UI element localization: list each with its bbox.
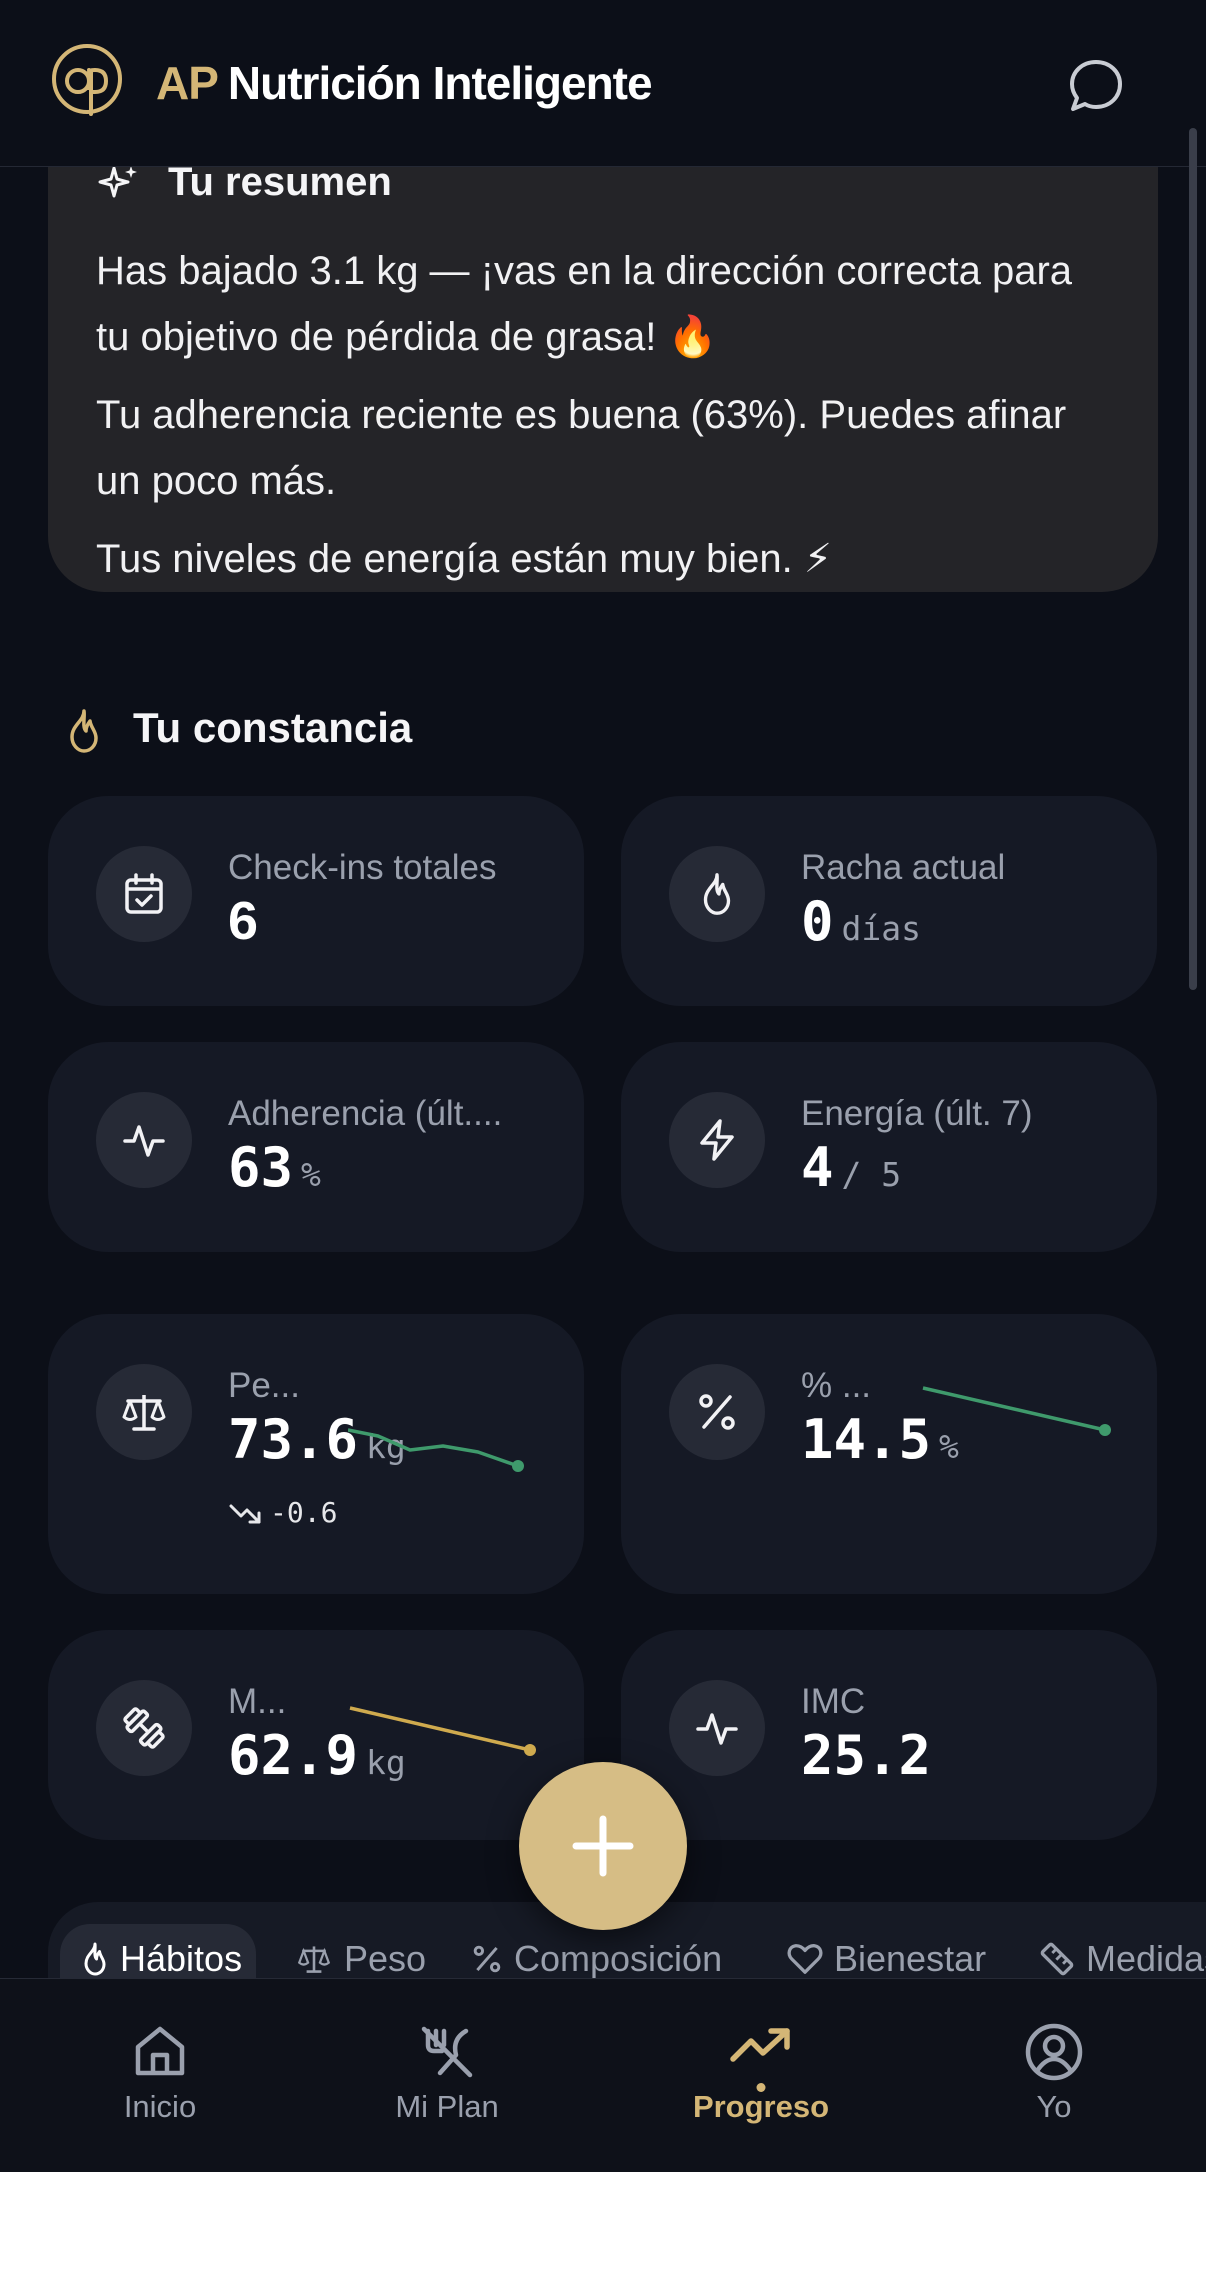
- racha-unit: días: [841, 909, 921, 948]
- peso-label: Pe...: [228, 1366, 300, 1405]
- peso-trend-line: [348, 1428, 524, 1472]
- peso-card[interactable]: Pe... 73.6 kg -0.6: [48, 1314, 584, 1594]
- trending-down-icon: [229, 1504, 261, 1524]
- tab-peso-label: Peso: [344, 1938, 427, 1979]
- imc-label: IMC: [801, 1682, 866, 1721]
- brand-name: Nutrición Inteligente: [227, 57, 653, 109]
- app-screen: AP Nutrición Inteligente Tu resumen Has b…: [0, 0, 1206, 2172]
- percent-icon: [699, 1394, 735, 1430]
- activity-icon: [123, 1125, 165, 1157]
- heart-icon: [787, 1944, 823, 1974]
- energia-label: Energía (últ. 7): [801, 1094, 1033, 1133]
- home-icon: [135, 2026, 185, 2076]
- ap-logo-icon: [52, 44, 122, 116]
- app-header: AP Nutrición Inteligente: [0, 0, 1206, 167]
- add-checkin-button[interactable]: [519, 1762, 687, 1930]
- imc-card[interactable]: IMC 25.2: [621, 1630, 1157, 1840]
- adherencia-card: Adherencia (últ.... 63%: [48, 1042, 584, 1252]
- racha-card: Racha actual 0 días: [621, 796, 1157, 1006]
- zap-icon-wrap: [669, 1092, 765, 1188]
- tab-medidas-label: Medidas: [1086, 1938, 1206, 1979]
- constancia-title: Tu constancia: [133, 704, 413, 751]
- imc-value: 25.2: [801, 1724, 932, 1787]
- activity-icon: [696, 1713, 738, 1745]
- musculo-trend-line: [349, 1706, 536, 1756]
- checkins-card: Check-ins totales 6: [48, 796, 584, 1006]
- energia-value: 4/ 5: [801, 1136, 902, 1199]
- dumbbell-icon: [123, 1707, 165, 1749]
- flame-icon: [84, 1942, 106, 1976]
- trending-up-icon: [730, 2028, 790, 2062]
- nav-progreso-label: Progreso: [692, 2089, 830, 2124]
- nav-mi-plan-label: Mi Plan: [395, 2089, 499, 2124]
- calendar-icon: [125, 873, 163, 914]
- peso-delta: -0.6: [228, 1496, 337, 1529]
- zap-icon: [700, 1119, 734, 1161]
- adherencia-label: Adherencia (últ....: [228, 1094, 503, 1133]
- adherencia-unit: %: [301, 1155, 321, 1194]
- summary-line-3: Tus niveles de energía están muy bien. ⚡: [96, 537, 832, 581]
- dumbbell-icon-wrap: [96, 1680, 192, 1776]
- nav-yo[interactable]: Yo: [904, 1979, 1204, 2172]
- flame-icon: [70, 709, 98, 753]
- checkins-value: 6: [228, 891, 259, 951]
- app-title: AP Nutrición Inteligente: [156, 56, 653, 110]
- tab-composicion-label: Composición: [514, 1938, 723, 1979]
- summary-line-1: Has bajado 3.1 kg — ¡vas en la dirección…: [96, 249, 1073, 359]
- nav-yo-label: Yo: [1036, 2089, 1072, 2124]
- racha-value: 0 días: [801, 890, 921, 953]
- grasa-label: % ...: [801, 1366, 872, 1405]
- calendar-icon-wrap: [96, 846, 192, 942]
- chat-icon[interactable]: [1064, 54, 1128, 118]
- racha-label: Racha actual: [801, 848, 1006, 887]
- user-circle-icon: [1025, 2023, 1083, 2081]
- brand-prefix: AP: [156, 57, 219, 109]
- plus-icon: [572, 1815, 634, 1877]
- utensils-icon: [421, 2026, 473, 2078]
- activity-icon-wrap: [96, 1092, 192, 1188]
- musculo-card[interactable]: M... 62.9 kg: [48, 1630, 584, 1840]
- grasa-card[interactable]: % ... 14.5%: [621, 1314, 1157, 1594]
- sparkles-icon: [98, 166, 137, 198]
- flame-icon-wrap: [669, 846, 765, 942]
- nav-inicio-label: Inicio: [123, 2089, 197, 2124]
- bottom-navigation: Inicio Mi Plan Progreso Yo: [0, 1978, 1206, 2172]
- ruler-icon: [1040, 1942, 1074, 1976]
- adherencia-value: 63%: [228, 1136, 321, 1199]
- scale-icon: [122, 1395, 166, 1431]
- scrollbar[interactable]: [1189, 128, 1197, 990]
- nav-progreso[interactable]: Progreso: [611, 1979, 911, 2172]
- nav-mi-plan[interactable]: Mi Plan: [297, 1979, 597, 2172]
- energia-unit: / 5: [841, 1155, 902, 1194]
- summary-line-2: Tu adherencia reciente es buena (63%). P…: [96, 393, 1067, 503]
- flame-icon: [703, 873, 731, 915]
- scale-icon: [297, 1946, 331, 1973]
- energia-card: Energía (últ. 7) 4/ 5: [621, 1042, 1157, 1252]
- percent-icon-wrap: [669, 1364, 765, 1460]
- checkins-label: Check-ins totales: [228, 848, 497, 887]
- tab-bienestar-label: Bienestar: [834, 1938, 987, 1979]
- scale-icon-wrap: [96, 1364, 192, 1460]
- grasa-trend-line: [922, 1386, 1111, 1436]
- activity-icon-wrap: [669, 1680, 765, 1776]
- nav-inicio[interactable]: Inicio: [10, 1979, 310, 2172]
- musculo-label: M...: [228, 1682, 287, 1721]
- percent-icon: [473, 1945, 501, 1973]
- tab-habitos-label: Hábitos: [120, 1938, 243, 1979]
